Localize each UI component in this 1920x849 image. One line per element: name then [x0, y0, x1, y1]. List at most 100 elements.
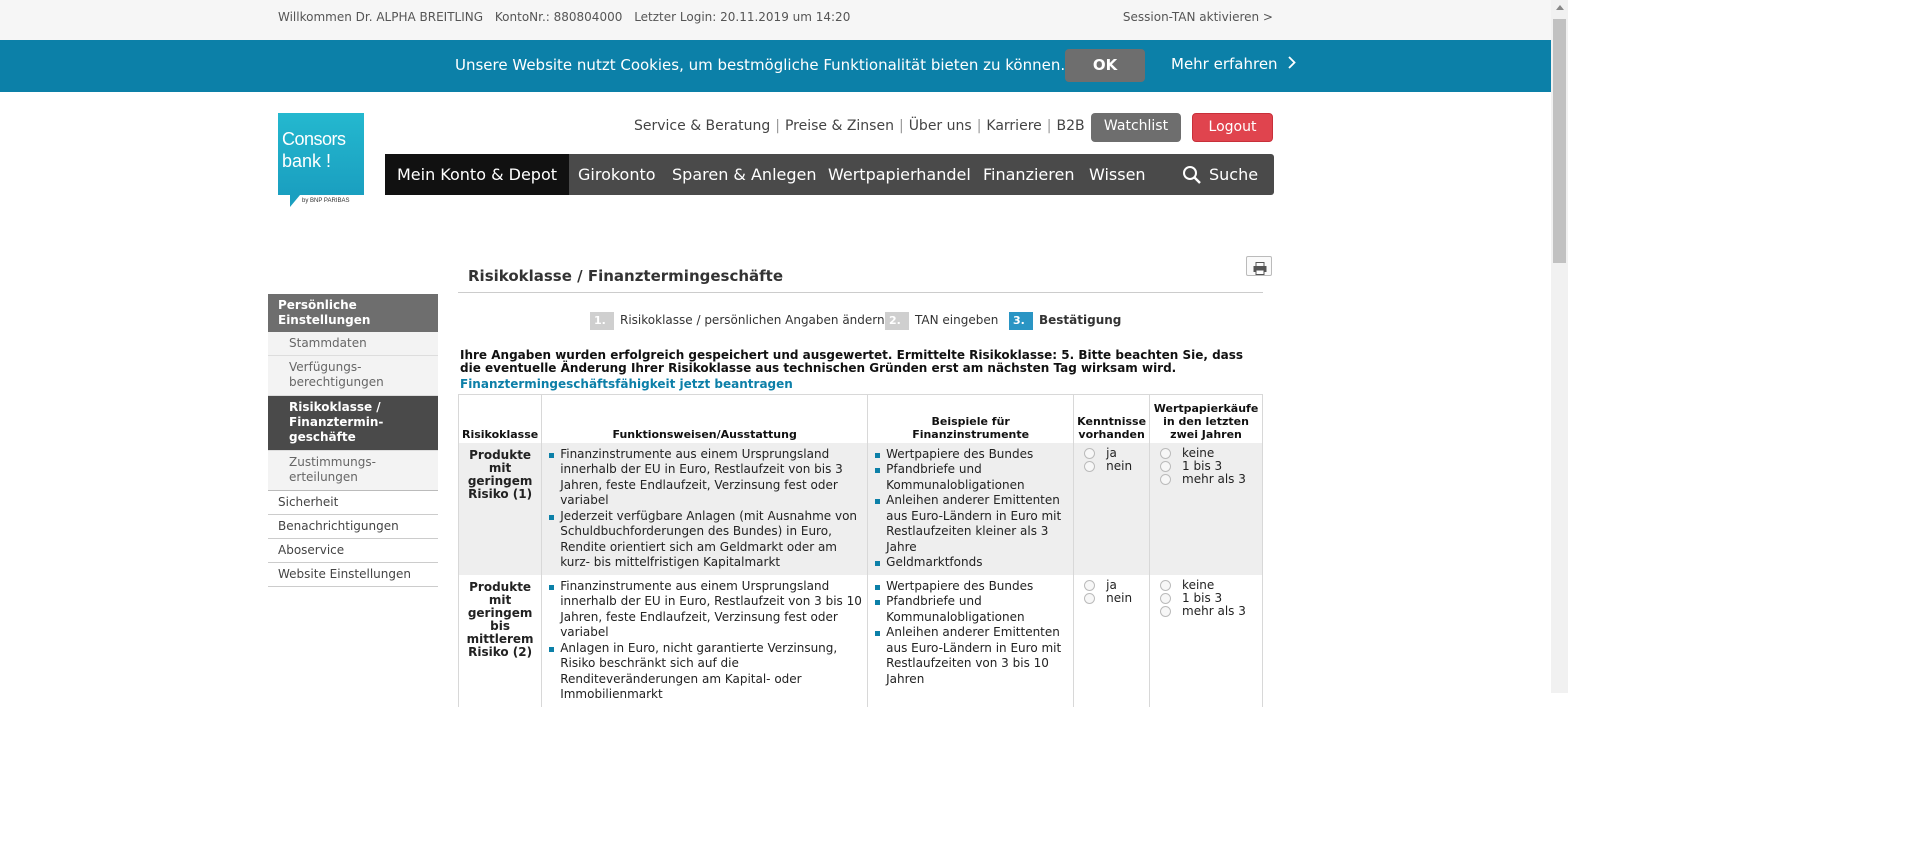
- purchases-option-mehr[interactable]: mehr als 3: [1160, 471, 1257, 486]
- prices-link[interactable]: Preise & Zinsen: [785, 118, 894, 134]
- risk-class-cell: Produkte mit geringem Risiko (1): [457, 442, 543, 575]
- option-label: keine: [1182, 577, 1215, 592]
- chevron-right-icon: [1288, 55, 1297, 73]
- knowledge-cell: ja nein: [1073, 574, 1151, 707]
- purchases-cell: keine 1 bis 3 mehr als 3: [1149, 574, 1263, 707]
- success-notice: Ihre Angaben wurden erfolgreich gespeich…: [460, 348, 1244, 375]
- option-label: nein: [1106, 590, 1133, 605]
- separator: |: [898, 118, 904, 134]
- separator: |: [1046, 118, 1052, 134]
- account-number: KontoNr.: 880804000: [494, 10, 623, 24]
- logout-button[interactable]: Logout: [1192, 113, 1273, 142]
- option-label: 1 bis 3: [1182, 590, 1223, 605]
- last-login: Letzter Login: 20.11.2019 um 14:20: [634, 10, 851, 24]
- step-1-number: 1.: [590, 312, 614, 330]
- step-1-label: Risikoklasse / persönlichen Angaben ände…: [620, 313, 885, 327]
- sidebar-item-benachrichtigungen[interactable]: Benachrichtigungen: [268, 515, 438, 539]
- option-label: ja: [1106, 577, 1117, 592]
- option-label: keine: [1182, 445, 1215, 460]
- logo-line1: Consors: [282, 129, 346, 149]
- radio-button[interactable]: [1084, 447, 1096, 459]
- step-3: 3. Bestätigung: [1009, 312, 1121, 330]
- service-link[interactable]: Service & Beratung: [634, 118, 770, 134]
- sidebar-item-aboservice[interactable]: Aboservice: [268, 539, 438, 563]
- list-item: Pfandbriefe und Kommunalobligationen: [873, 462, 1068, 493]
- radio-button[interactable]: [1160, 605, 1172, 617]
- sidebar-item-website[interactable]: Website Einstellungen: [268, 563, 438, 587]
- list-item: Geldmarktfonds: [873, 555, 1068, 571]
- radio-button[interactable]: [1160, 460, 1172, 472]
- sidebar-item-risikoklasse[interactable]: Risikoklasse / Finanztermin-geschäfte: [268, 396, 438, 451]
- knowledge-option-nein[interactable]: nein: [1084, 590, 1144, 605]
- nav-mein-konto[interactable]: Mein Konto & Depot: [385, 154, 569, 195]
- table-row: Produkte mit geringem bis mittlerem Risi…: [457, 574, 1263, 707]
- list-item: Finanzinstrumente aus einem Ursprungslan…: [547, 447, 862, 509]
- cookie-ok-button[interactable]: OK: [1065, 49, 1145, 82]
- cookie-message: Unsere Website nutzt Cookies, um bestmög…: [455, 56, 1066, 74]
- nav-girokonto[interactable]: Girokonto: [578, 154, 656, 195]
- radio-button[interactable]: [1084, 460, 1096, 472]
- sidebar: Persönliche Einstellungen Stammdaten Ver…: [268, 294, 438, 587]
- career-link[interactable]: Karriere: [986, 118, 1041, 134]
- header-risikoklasse: Risikoklasse: [457, 394, 543, 443]
- nav-sparen[interactable]: Sparen & Anlegen: [672, 154, 817, 195]
- logo-tail-shape: [290, 195, 300, 207]
- consorsbank-logo[interactable]: Consors bank !: [278, 113, 364, 195]
- scroll-up-icon[interactable]: [1556, 5, 1564, 10]
- radio-button[interactable]: [1084, 579, 1096, 591]
- nav-wertpapierhandel[interactable]: Wertpapierhandel: [828, 154, 971, 195]
- sidebar-item-stammdaten[interactable]: Stammdaten: [268, 332, 438, 356]
- b2b-link[interactable]: B2B: [1056, 118, 1084, 134]
- session-tan-link[interactable]: Session-TAN aktivieren >: [1123, 10, 1273, 24]
- list-item: Finanzinstrumente aus einem Ursprungslan…: [547, 579, 862, 641]
- list-item: Anleihen anderer Emittenten aus Euro-Län…: [873, 625, 1068, 687]
- separator: |: [976, 118, 982, 134]
- nav-finanzieren[interactable]: Finanzieren: [983, 154, 1074, 195]
- apply-futures-link[interactable]: Finanztermingeschäftsfähigkeit jetzt bea…: [460, 377, 793, 391]
- option-label: mehr als 3: [1182, 471, 1246, 486]
- nav-search[interactable]: Suche: [1209, 154, 1258, 195]
- examples-cell: Wertpapiere des Bundes Pfandbriefe und K…: [867, 574, 1075, 707]
- print-button[interactable]: [1246, 256, 1272, 276]
- sidebar-item-zustimmung[interactable]: Zustimmungs-erteilungen: [268, 451, 438, 491]
- purchases-cell: keine 1 bis 3 mehr als 3: [1149, 442, 1263, 575]
- scrollbar-thumb[interactable]: [1553, 19, 1566, 263]
- step-3-label: Bestätigung: [1039, 313, 1122, 327]
- radio-button[interactable]: [1160, 473, 1172, 485]
- radio-button[interactable]: [1160, 592, 1172, 604]
- step-2: 2. TAN eingeben: [885, 312, 998, 330]
- knowledge-cell: ja nein: [1073, 442, 1151, 575]
- knowledge-option-nein[interactable]: nein: [1084, 459, 1144, 473]
- welcome-text: Willkommen Dr. ALPHA BREITLING: [278, 10, 484, 24]
- list-item: Anleihen anderer Emittenten aus Euro-Län…: [873, 493, 1068, 555]
- risk-class-table: Risikoklasse Funktionsweisen/Ausstattung…: [457, 394, 1263, 707]
- radio-button[interactable]: [1160, 447, 1172, 459]
- cookie-more-link[interactable]: Mehr erfahren: [1171, 55, 1297, 73]
- sidebar-section-personal[interactable]: Persönliche Einstellungen: [268, 294, 438, 332]
- header-beispiele: Beispiele für Finanzinstrumente: [867, 394, 1075, 443]
- printer-icon: [1253, 260, 1267, 279]
- step-2-number: 2.: [885, 312, 909, 330]
- step-3-number: 3.: [1009, 312, 1033, 330]
- account-info: Willkommen Dr. ALPHA BREITLING KontoNr.:…: [278, 10, 858, 24]
- sidebar-item-verfuegung[interactable]: Verfügungs-berechtigungen: [268, 356, 438, 396]
- purchases-option-mehr[interactable]: mehr als 3: [1160, 603, 1257, 618]
- nav-wissen[interactable]: Wissen: [1089, 154, 1146, 195]
- option-label: mehr als 3: [1182, 603, 1246, 618]
- examples-cell: Wertpapiere des Bundes Pfandbriefe und K…: [867, 442, 1075, 575]
- about-link[interactable]: Über uns: [909, 118, 972, 134]
- logo-line2: bank !: [282, 151, 332, 171]
- risk-class-cell: Produkte mit geringem bis mittlerem Risi…: [457, 574, 543, 707]
- step-2-label: TAN eingeben: [915, 313, 999, 327]
- watchlist-button[interactable]: Watchlist: [1091, 113, 1181, 142]
- features-cell: Finanzinstrumente aus einem Ursprungslan…: [541, 574, 869, 707]
- cookie-banner: Unsere Website nutzt Cookies, um bestmög…: [0, 40, 1551, 92]
- logo-subtitle: by BNP PARIBAS: [302, 198, 350, 204]
- search-icon[interactable]: [1182, 165, 1202, 185]
- radio-button[interactable]: [1160, 579, 1172, 591]
- service-links: Service & Beratung | Preise & Zinsen | Über …: [634, 118, 1085, 134]
- sidebar-item-sicherheit[interactable]: Sicherheit: [268, 491, 438, 515]
- radio-button[interactable]: [1084, 592, 1096, 604]
- list-item: Wertpapiere des Bundes: [873, 447, 1068, 463]
- cookie-more-label: Mehr erfahren: [1171, 55, 1278, 73]
